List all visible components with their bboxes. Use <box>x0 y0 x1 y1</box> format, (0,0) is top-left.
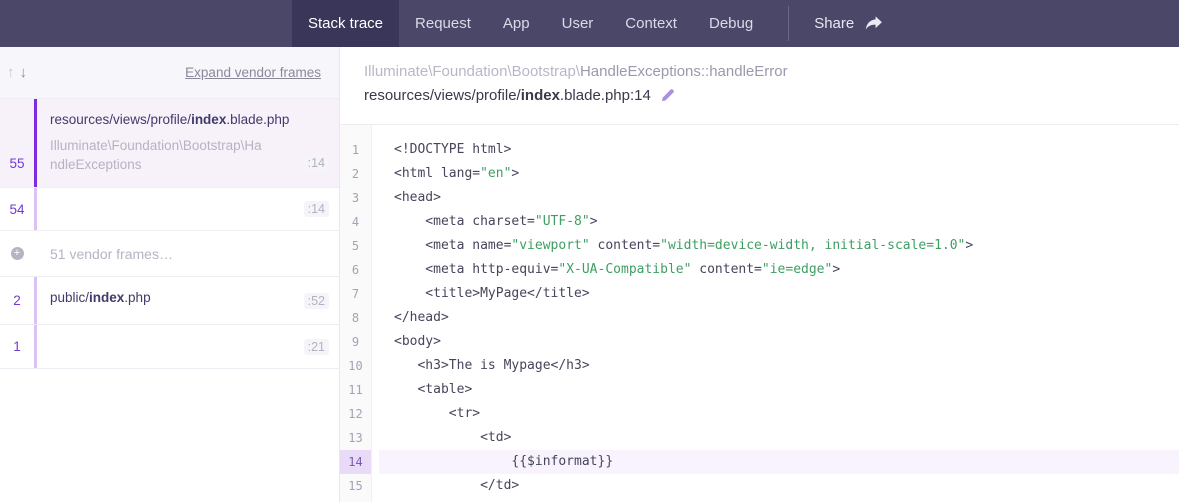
code-text: <tr> <box>379 402 1179 426</box>
file-path-suffix: .blade.php:14 <box>560 87 651 104</box>
code-line: 7 <title>MyPage</title> <box>340 282 1179 306</box>
main-container: ↑ ↓ Expand vendor frames 55 resources/vie… <box>0 47 1179 502</box>
code-line: 5 <meta name="viewport" content="width=d… <box>340 234 1179 258</box>
exception-method-breadcrumb: Illuminate\Foundation\Bootstrap\HandleEx… <box>364 63 1179 80</box>
line-number: 5 <box>340 234 371 258</box>
code-line: 9 <body> <box>340 330 1179 354</box>
frame-number: 1 <box>0 325 34 368</box>
previous-frame-arrow-icon[interactable]: ↑ <box>7 64 15 81</box>
code-line: 8 </head> <box>340 306 1179 330</box>
code-text: {{$informat}} <box>379 450 1179 474</box>
code-text: <html lang="en"> <box>379 162 1179 186</box>
line-number: 1 <box>340 138 371 162</box>
sidebar-header: ↑ ↓ Expand vendor frames <box>0 47 339 99</box>
code-line: 4 <meta charset="UTF-8"> <box>340 210 1179 234</box>
top-nav-bar: Stack traceRequestAppUserContextDebug Sh… <box>0 0 1179 47</box>
frame-navigation-arrows: ↑ ↓ <box>7 64 27 81</box>
code-text: <body> <box>379 330 1179 354</box>
line-number: 12 <box>340 402 371 426</box>
method-name: HandleExceptions::handleError <box>580 63 788 80</box>
stack-frames-sidebar: ↑ ↓ Expand vendor frames 55 resources/vie… <box>0 47 340 502</box>
code-text: <h3>The is Mypage</h3> <box>379 354 1179 378</box>
code-line: 12 <tr> <box>340 402 1179 426</box>
file-path-line: resources/views/profile/index.blade.php:… <box>364 87 1179 104</box>
plus-circle-icon: + <box>11 247 24 260</box>
frame-line-badge: :52 <box>304 293 329 309</box>
line-number: 14 <box>340 450 371 474</box>
next-frame-arrow-icon[interactable]: ↓ <box>20 64 28 81</box>
line-number: 2 <box>340 162 371 186</box>
code-line: 11 <table> <box>340 378 1179 402</box>
code-text: </head> <box>379 306 1179 330</box>
code-line: 2 <html lang="en"> <box>340 162 1179 186</box>
method-namespace: Illuminate\Foundation\Bootstrap\ <box>364 63 580 80</box>
line-number: 3 <box>340 186 371 210</box>
line-number: 7 <box>340 282 371 306</box>
line-number: 4 <box>340 210 371 234</box>
code-text: </td> <box>379 474 1179 498</box>
code-line: 6 <meta http-equiv="X-UA-Compatible" con… <box>340 258 1179 282</box>
code-panel-header: Illuminate\Foundation\Bootstrap\HandleEx… <box>340 47 1179 125</box>
code-text: <meta http-equiv="X-UA-Compatible" conte… <box>379 258 1179 282</box>
nav-tab-debug[interactable]: Debug <box>693 0 769 47</box>
frame-class-name: Illuminate\Foundation\Bootstrap\HandleEx… <box>50 136 265 174</box>
frame-file-path: resources/views/profile/index.blade.php <box>50 112 304 127</box>
code-viewer: 1 <!DOCTYPE html> 2 <html lang="en"> 3 <head>… <box>340 125 1179 502</box>
nav-tab-user[interactable]: User <box>546 0 610 47</box>
code-text: <table> <box>379 378 1179 402</box>
code-text: <meta name="viewport" content="width=dev… <box>379 234 1179 258</box>
code-line: 13 <td> <box>340 426 1179 450</box>
nav-tab-context[interactable]: Context <box>609 0 693 47</box>
frames-list: 55 resources/views/profile/index.blade.ph… <box>0 99 339 369</box>
nav-tab-app[interactable]: App <box>487 0 546 47</box>
line-number: 13 <box>340 426 371 450</box>
code-line: 15 </td> <box>340 474 1179 498</box>
nav-tabs: Stack traceRequestAppUserContextDebug <box>292 0 769 47</box>
file-name-bold: index <box>521 87 560 104</box>
frame-line-badge: :21 <box>304 339 329 355</box>
line-number: 15 <box>340 474 371 498</box>
nav-tab-stack-trace[interactable]: Stack trace <box>292 0 399 47</box>
line-number: 8 <box>340 306 371 330</box>
code-text: <meta charset="UTF-8"> <box>379 210 1179 234</box>
file-path-prefix: resources/views/profile/ <box>364 87 521 104</box>
frame-file-path: public/index.php <box>50 290 304 305</box>
frame-line-badge: :14 <box>304 201 329 217</box>
code-panel: Illuminate\Foundation\Bootstrap\HandleEx… <box>340 47 1179 502</box>
share-arrow-icon <box>865 16 882 31</box>
line-number: 9 <box>340 330 371 354</box>
code-text: <td> <box>379 426 1179 450</box>
frame-number: 55 <box>0 156 34 171</box>
edit-file-pencil-icon[interactable] <box>660 88 675 103</box>
frame-number: 2 <box>0 277 34 324</box>
stack-frame-row[interactable]: 55 resources/views/profile/index.blade.ph… <box>0 99 339 188</box>
line-number: 6 <box>340 258 371 282</box>
code-line: 1 <!DOCTYPE html> <box>340 138 1179 162</box>
vendor-frames-group[interactable]: +51 vendor frames… <box>0 231 339 277</box>
stack-frame-row[interactable]: 1 :21 <box>0 325 339 369</box>
code-text: <head> <box>379 186 1179 210</box>
frame-number: 54 <box>0 188 34 230</box>
expand-vendor-frames-link[interactable]: Expand vendor frames <box>185 65 321 80</box>
line-number: 11 <box>340 378 371 402</box>
share-label: Share <box>814 15 854 32</box>
code-text: <!DOCTYPE html> <box>379 138 1179 162</box>
line-number: 10 <box>340 354 371 378</box>
code-line-highlighted: 14 {{$informat}} <box>340 450 1179 474</box>
code-line: 10 <h3>The is Mypage</h3> <box>340 354 1179 378</box>
file-path: resources/views/profile/index.blade.php:… <box>364 87 651 104</box>
vendor-frames-label: 51 vendor frames… <box>50 246 173 262</box>
code-text: <title>MyPage</title> <box>379 282 1179 306</box>
nav-tab-request[interactable]: Request <box>399 0 487 47</box>
frame-line-badge: :14 <box>304 155 329 171</box>
stack-frame-row[interactable]: 2 public/index.php:52 <box>0 277 339 325</box>
share-button[interactable]: Share <box>789 0 907 47</box>
stack-frame-row[interactable]: 54 :14 <box>0 188 339 231</box>
code-line: 3 <head> <box>340 186 1179 210</box>
